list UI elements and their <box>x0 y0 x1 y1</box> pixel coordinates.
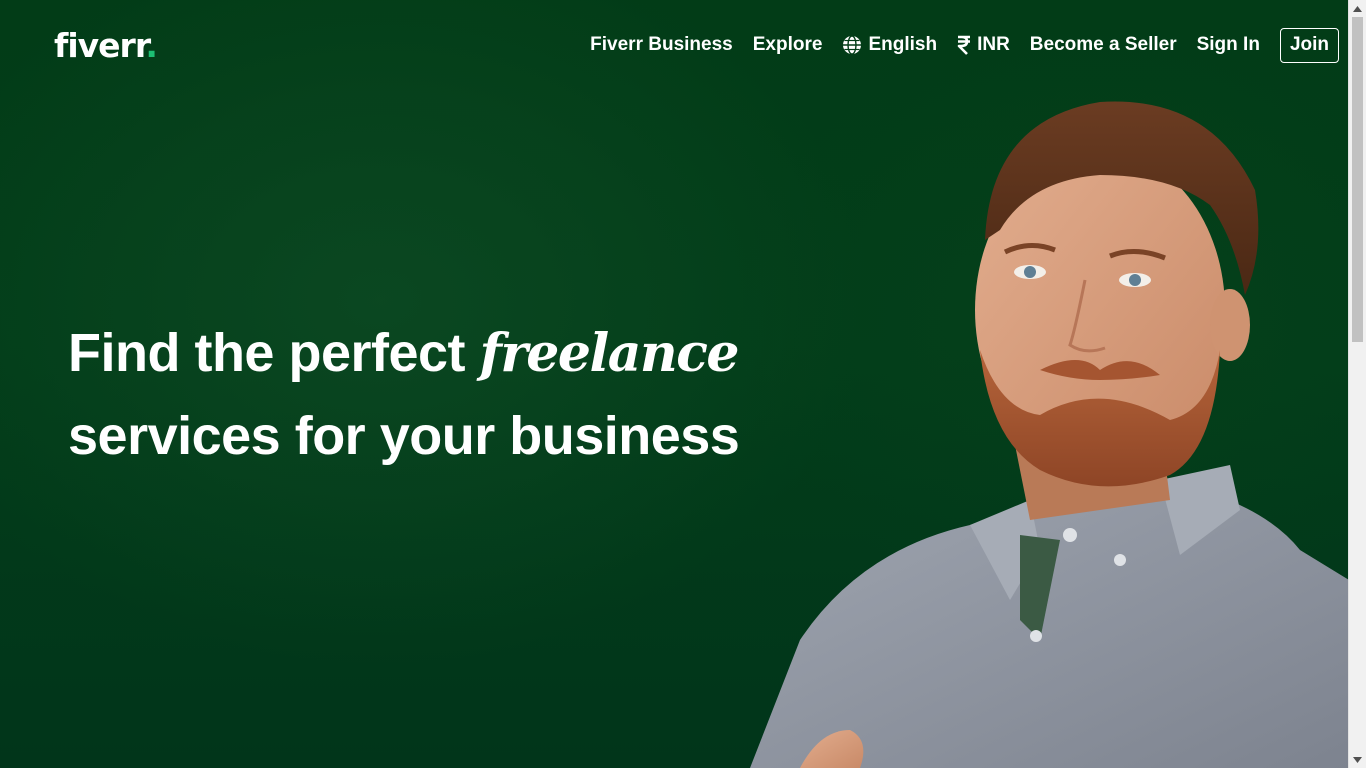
nav-sign-in[interactable]: Sign In <box>1197 27 1260 63</box>
page: fiverr. Fiverr Business Explore English … <box>0 0 1366 768</box>
nav-sign-in-label: Sign In <box>1196 34 1260 55</box>
nav-become-seller[interactable]: Become a Seller <box>1030 27 1177 63</box>
globe-icon <box>843 35 862 55</box>
join-button[interactable]: Join <box>1279 27 1339 63</box>
nav-fiverr-business-label: Fiverr Business <box>590 34 733 55</box>
scroll-down-arrow-icon[interactable] <box>1349 751 1366 768</box>
logo-dot: . <box>145 26 158 65</box>
headline-part2: services for your business <box>68 406 740 466</box>
hero-person-image <box>750 101 1349 768</box>
main-nav: Fiverr Business Explore English INR Beco… <box>570 27 1339 63</box>
scrollbar-thumb[interactable] <box>1352 17 1363 342</box>
rupee-icon <box>957 35 971 55</box>
logo-text: fiverr <box>54 26 146 65</box>
vertical-scrollbar[interactable] <box>1348 0 1366 768</box>
nav-explore[interactable]: Explore <box>753 27 823 63</box>
scroll-up-arrow-icon[interactable] <box>1349 0 1366 17</box>
fiverr-logo[interactable]: fiverr. <box>54 26 158 66</box>
top-navigation-bar: fiverr. Fiverr Business Explore English … <box>0 0 1349 94</box>
nav-currency[interactable]: INR <box>957 27 1010 63</box>
nav-fiverr-business[interactable]: Fiverr Business <box>590 27 733 63</box>
headline-emphasis: freelance <box>479 323 740 384</box>
nav-explore-label: Explore <box>752 34 823 55</box>
nav-language[interactable]: English <box>842 27 937 63</box>
hero-headline: Find the perfect freelance services for … <box>68 312 740 477</box>
nav-become-seller-label: Become a Seller <box>1029 34 1177 55</box>
nav-currency-label: INR <box>977 34 1010 55</box>
hero-section: fiverr. Fiverr Business Explore English … <box>0 0 1349 768</box>
nav-language-label: English <box>868 34 938 55</box>
headline-part1: Find the perfect <box>68 323 480 383</box>
